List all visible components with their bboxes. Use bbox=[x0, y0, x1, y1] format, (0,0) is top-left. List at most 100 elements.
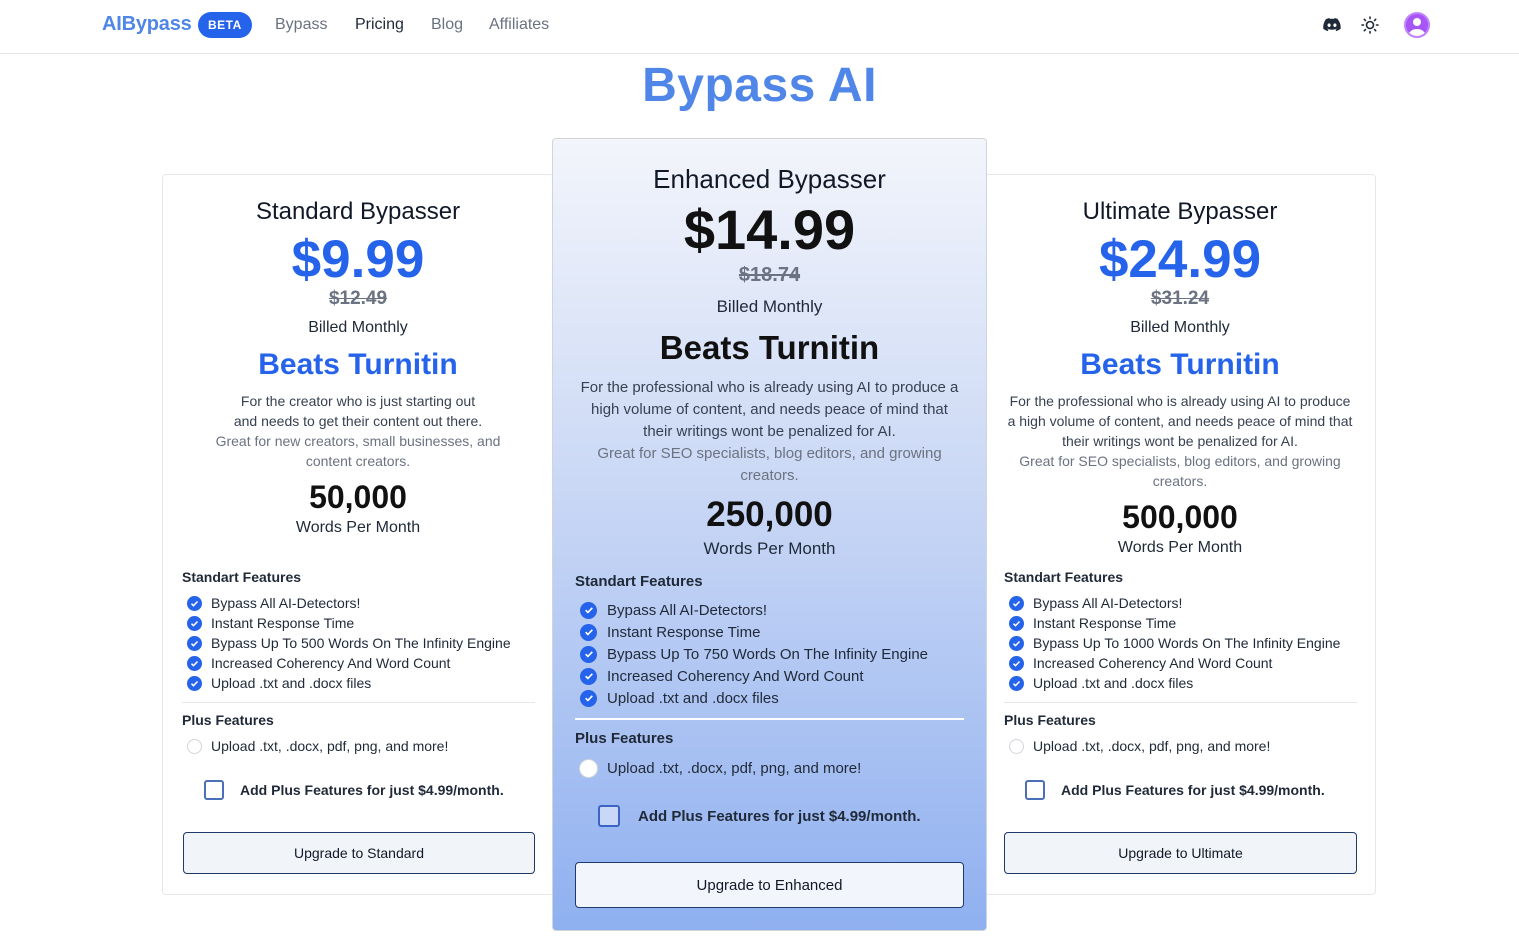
plan-description: For the creator who is just starting out… bbox=[163, 391, 553, 471]
standard-features-list: Bypass All AI-Detectors! Instant Respons… bbox=[1009, 593, 1340, 693]
list-item: Bypass Up To 1000 Words On The Infinity … bbox=[1009, 633, 1340, 653]
checkbox-square[interactable] bbox=[204, 780, 224, 800]
list-item: Upload .txt and .docx files bbox=[1009, 673, 1340, 693]
empty-circle-icon bbox=[579, 758, 598, 778]
feature-label: Bypass Up To 1000 Words On The Infinity … bbox=[1033, 635, 1341, 651]
empty-circle-icon bbox=[1009, 738, 1024, 754]
feature-label: Instant Response Time bbox=[211, 615, 355, 631]
plus-features-list: Upload .txt, .docx, pdf, png, and more! bbox=[187, 736, 448, 756]
word-quota-label: Words Per Month bbox=[1117, 539, 1243, 556]
pricing-card-standard: Standard Bypasser $9.99 $12.49 Billed Mo… bbox=[162, 174, 554, 895]
plan-headline: Beats Turnitin bbox=[258, 348, 458, 381]
desc-line: For the professional who is already usin… bbox=[1007, 393, 1353, 449]
feature-label: Increased Coherency And Word Count bbox=[607, 667, 864, 685]
plan-price: $24.99 bbox=[1098, 230, 1262, 289]
plan-old-price: $12.49 bbox=[328, 288, 388, 309]
divider bbox=[182, 702, 535, 703]
feature-label: Instant Response Time bbox=[1033, 615, 1177, 631]
word-quota: 500,000 bbox=[1122, 499, 1238, 535]
nav-link-pricing[interactable]: Pricing bbox=[355, 16, 404, 34]
plan-price: $9.99 bbox=[291, 230, 425, 289]
word-quota: 250,000 bbox=[706, 495, 833, 534]
list-item: Upload .txt, .docx, pdf, png, and more! bbox=[187, 736, 448, 756]
check-circle-icon bbox=[187, 635, 202, 651]
desc-muted: Great for SEO specialists, blog editors,… bbox=[597, 445, 942, 484]
check-circle-icon bbox=[580, 645, 597, 663]
brand-logo-link[interactable]: AIBypass bbox=[102, 13, 192, 36]
list-item: Upload .txt and .docx files bbox=[580, 687, 928, 709]
plan-old-price: $31.24 bbox=[1150, 288, 1210, 309]
pricing-card-enhanced: Enhanced Bypasser $14.99 $18.74 Billed M… bbox=[552, 138, 987, 931]
desc-muted: Great for SEO specialists, blog editors,… bbox=[1019, 453, 1341, 489]
feature-label: Bypass All AI-Detectors! bbox=[1033, 595, 1183, 611]
add-plus-features-checkbox[interactable]: Add Plus Features for just $4.99/month. bbox=[204, 780, 504, 800]
plus-features-heading: Plus Features bbox=[575, 730, 674, 747]
list-item: Increased Coherency And Word Count bbox=[187, 653, 511, 673]
nav-link-blog[interactable]: Blog bbox=[431, 16, 463, 34]
standard-features-heading: Standart Features bbox=[1004, 569, 1124, 585]
plus-features-heading: Plus Features bbox=[182, 712, 274, 728]
feature-label: Increased Coherency And Word Count bbox=[1033, 655, 1273, 671]
pricing-card-ultimate: Ultimate Bypasser $24.99 $31.24 Billed M… bbox=[984, 174, 1376, 895]
check-circle-icon bbox=[1009, 635, 1024, 651]
check-circle-icon bbox=[580, 623, 597, 641]
list-item: Bypass All AI-Detectors! bbox=[187, 593, 511, 613]
sun-icon[interactable] bbox=[1359, 14, 1381, 36]
check-circle-icon bbox=[1009, 595, 1024, 611]
add-plus-features-checkbox[interactable]: Add Plus Features for just $4.99/month. bbox=[598, 805, 921, 827]
list-item: Increased Coherency And Word Count bbox=[1009, 653, 1340, 673]
plus-features-list: Upload .txt, .docx, pdf, png, and more! bbox=[579, 757, 861, 779]
feature-label: Bypass All AI-Detectors! bbox=[211, 595, 361, 611]
plus-features-heading: Plus Features bbox=[1004, 712, 1096, 728]
upgrade-ultimate-button[interactable]: Upgrade to Ultimate bbox=[1004, 832, 1357, 874]
plan-name: Ultimate Bypasser bbox=[1082, 198, 1278, 225]
check-circle-icon bbox=[580, 689, 597, 707]
checkbox-square[interactable] bbox=[598, 805, 620, 827]
feature-label: Upload .txt, .docx, pdf, png, and more! bbox=[607, 759, 862, 777]
plan-headline: Beats Turnitin bbox=[1080, 348, 1280, 381]
check-circle-icon bbox=[1009, 655, 1024, 671]
page-title: Bypass AI bbox=[642, 59, 877, 112]
feature-label: Bypass All AI-Detectors! bbox=[607, 601, 768, 619]
addon-label: Add Plus Features for just $4.99/month. bbox=[1061, 782, 1325, 798]
feature-label: Upload .txt and .docx files bbox=[211, 675, 372, 691]
checkbox-square[interactable] bbox=[1025, 780, 1045, 800]
top-navbar: AIBypass BETA Bypass Pricing Blog Affili… bbox=[0, 0, 1519, 54]
check-circle-icon bbox=[187, 655, 202, 671]
upgrade-enhanced-button[interactable]: Upgrade to Enhanced bbox=[575, 862, 964, 908]
discord-icon[interactable] bbox=[1321, 14, 1343, 36]
list-item: Increased Coherency And Word Count bbox=[580, 665, 928, 687]
billing-period: Billed Monthly bbox=[1130, 319, 1230, 336]
feature-label: Upload .txt, .docx, pdf, png, and more! bbox=[1033, 738, 1271, 754]
check-circle-icon bbox=[187, 615, 202, 631]
standard-features-heading: Standart Features bbox=[575, 573, 703, 590]
desc-line: and needs to get their content out there… bbox=[233, 413, 483, 429]
list-item: Bypass Up To 750 Words On The Infinity E… bbox=[580, 643, 928, 665]
plan-name: Enhanced Bypasser bbox=[653, 164, 886, 194]
divider bbox=[1004, 702, 1357, 703]
plan-description: For the professional who is already usin… bbox=[985, 391, 1375, 491]
plan-headline: Beats Turnitin bbox=[659, 329, 880, 366]
word-quota: 50,000 bbox=[309, 479, 407, 515]
feature-label: Upload .txt, .docx, pdf, png, and more! bbox=[211, 738, 449, 754]
list-item: Upload .txt and .docx files bbox=[187, 673, 511, 693]
list-item: Instant Response Time bbox=[187, 613, 511, 633]
plan-description: For the professional who is already usin… bbox=[553, 377, 986, 487]
upgrade-standard-button[interactable]: Upgrade to Standard bbox=[183, 832, 535, 874]
add-plus-features-checkbox[interactable]: Add Plus Features for just $4.99/month. bbox=[1025, 780, 1325, 800]
word-quota-label: Words Per Month bbox=[703, 539, 836, 558]
list-item: Bypass All AI-Detectors! bbox=[1009, 593, 1340, 613]
nav-link-bypass[interactable]: Bypass bbox=[275, 16, 327, 34]
billing-period: Billed Monthly bbox=[716, 297, 823, 316]
feature-label: Bypass Up To 500 Words On The Infinity E… bbox=[211, 635, 511, 651]
check-circle-icon bbox=[1009, 615, 1024, 631]
plan-price: $14.99 bbox=[683, 198, 856, 261]
user-avatar-icon[interactable] bbox=[1404, 12, 1430, 38]
desc-line: For the creator who is just starting out bbox=[240, 393, 476, 409]
check-circle-icon bbox=[1009, 675, 1024, 691]
check-circle-icon bbox=[187, 595, 202, 611]
standard-features-list: Bypass All AI-Detectors! Instant Respons… bbox=[580, 599, 928, 709]
feature-label: Increased Coherency And Word Count bbox=[211, 655, 451, 671]
nav-link-affiliates[interactable]: Affiliates bbox=[489, 16, 549, 34]
list-item: Instant Response Time bbox=[580, 621, 928, 643]
